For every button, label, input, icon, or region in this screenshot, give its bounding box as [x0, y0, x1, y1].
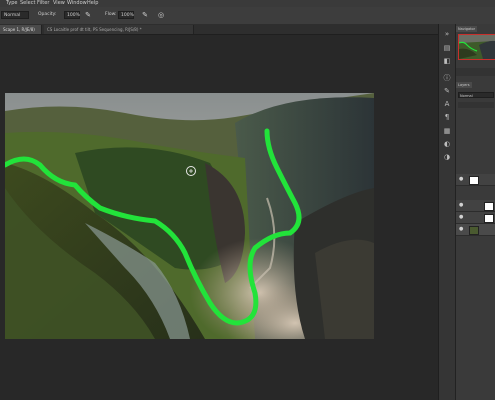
- visibility-eye-icon[interactable]: ●: [459, 177, 464, 182]
- pressure-size-icon[interactable]: ◎: [157, 11, 165, 19]
- menu-view[interactable]: View: [53, 0, 65, 7]
- character-icon[interactable]: A: [443, 100, 451, 108]
- menu-help[interactable]: Help: [87, 0, 98, 7]
- right-panels: Navigator Layers Normal ● ● ● ●: [455, 24, 495, 400]
- tab-layers[interactable]: Layers: [456, 82, 472, 88]
- flow-label: Flow:: [105, 12, 117, 17]
- collapse-panels-icon[interactable]: »: [443, 30, 451, 38]
- panel-dock-strip: » ▤ ◧ ⓘ ✎ A ¶ ▦ ◐ ◑: [438, 24, 455, 400]
- menu-bar: Type Select Filter View Window Help: [0, 0, 495, 7]
- layer-thumbnail: [469, 176, 479, 185]
- options-bar: Normal Opacity: 100% ✎ Flow: 100% ✎ ◎: [0, 7, 495, 25]
- properties-icon[interactable]: ◧: [443, 57, 451, 65]
- layer-thumbnail: [484, 214, 494, 223]
- color-icon[interactable]: ◐: [443, 140, 451, 148]
- brush-icon[interactable]: ✎: [443, 87, 451, 95]
- zoom-slider-row[interactable]: [456, 68, 495, 76]
- menu-type[interactable]: Type: [6, 0, 17, 7]
- visibility-eye-icon[interactable]: ●: [459, 227, 464, 232]
- tab-navigator[interactable]: Navigator: [456, 26, 478, 32]
- visibility-eye-icon[interactable]: ●: [459, 215, 464, 220]
- document-tab-bar: Scape 1, R/JE/8) * CS Locaitle prof dt t…: [0, 24, 438, 41]
- info-icon[interactable]: ⓘ: [443, 74, 451, 82]
- layer-blend-select[interactable]: Normal: [458, 92, 494, 98]
- airbrush-icon[interactable]: ✎: [141, 11, 149, 19]
- adjustments-icon[interactable]: ◑: [443, 153, 451, 161]
- layer-lock-row: [458, 102, 494, 108]
- tab-document-1[interactable]: Scape 1, R/JE/8) *: [0, 25, 42, 41]
- layer-thumbnail: [484, 202, 494, 211]
- layer-row-background[interactable]: ●: [456, 224, 495, 236]
- tab-document-2[interactable]: CS Locaitle prof dt tilt, PS Sequencing,…: [44, 25, 194, 34]
- layer-thumbnail: [469, 226, 479, 235]
- visibility-eye-icon[interactable]: ●: [459, 203, 464, 208]
- green-brush-stroke: [5, 128, 302, 326]
- blend-mode-select[interactable]: Normal: [1, 11, 29, 19]
- layer-row[interactable]: ●: [456, 174, 495, 186]
- layer-row[interactable]: ●: [456, 200, 495, 212]
- menu-window[interactable]: Window: [67, 0, 87, 7]
- pressure-opacity-icon[interactable]: ✎: [84, 11, 92, 19]
- history-icon[interactable]: ▤: [443, 44, 451, 52]
- flow-input[interactable]: 100%: [118, 11, 134, 19]
- paragraph-icon[interactable]: ¶: [443, 113, 451, 121]
- menu-select[interactable]: Select: [20, 0, 35, 7]
- layer-row[interactable]: ●: [456, 212, 495, 224]
- document-canvas[interactable]: [5, 93, 374, 339]
- opacity-label: Opacity:: [38, 12, 57, 17]
- navigator-thumbnail[interactable]: [458, 34, 495, 60]
- opacity-input[interactable]: 100%: [64, 11, 80, 19]
- menu-filter[interactable]: Filter: [37, 0, 49, 7]
- swatches-icon[interactable]: ▦: [443, 127, 451, 135]
